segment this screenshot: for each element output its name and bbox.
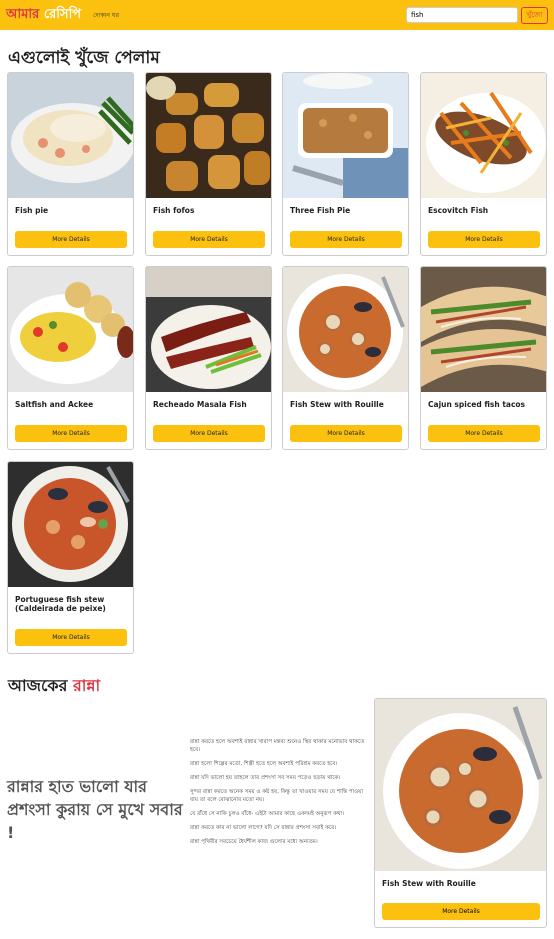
recipe-card: Fish pie More Details [7, 72, 134, 256]
recipe-image [283, 73, 408, 198]
today-title-part-2: রান্না [72, 676, 101, 695]
more-details-button[interactable]: More Details [15, 231, 127, 248]
search-button[interactable]: খুঁজো [521, 6, 548, 24]
recipe-card: Fish Stew with Rouille More Details [282, 266, 409, 450]
hero-paragraph: রান্না করতে কার না ভালো লাগে? যদি সে রান… [190, 825, 337, 831]
recipe-image [8, 462, 133, 587]
recipe-card: Escovitch Fish More Details [420, 72, 547, 256]
recipe-title: Recheado Masala Fish [153, 400, 247, 409]
hero-paragraph: রান্না হলো শিল্পের মতো, শিল্পী হতে হলে অ… [190, 761, 338, 767]
nav-link-shop[interactable]: দোকান ঘর [93, 10, 119, 21]
recipe-title: Portuguese fish stew (Caldeirada de peix… [15, 595, 106, 613]
hero-quote: রান্নার হাত ভালো যার প্রশংসা কুরায় সে ম… [7, 777, 183, 842]
recipe-title: Cajun spiced fish tacos [428, 400, 526, 409]
hero-paragraph: রান্না যদি ভালো হয় তাহলে তার প্রশংসা সব… [190, 775, 341, 781]
recipe-title: Fish fofos [153, 206, 195, 215]
recipe-card: Saltfish and Ackee More Details [7, 266, 134, 450]
recipe-image [146, 267, 271, 392]
more-details-button[interactable]: More Details [153, 425, 265, 442]
more-details-button[interactable]: More Details [15, 425, 127, 442]
hero-paragraph: যে রাঁধে সে নাকি চুলও বাঁধে- এইটা আমার ক… [190, 811, 345, 817]
today-title: আজকের রান্না [8, 673, 100, 700]
recipe-title: Saltfish and Ackee [15, 400, 94, 409]
recipe-image [283, 267, 408, 392]
hero-paragraph: রান্না করতে হলে অবশ্যই রান্নার খারাপ মন্… [190, 739, 365, 753]
more-details-button[interactable]: More Details [15, 629, 127, 646]
results-title: এগুলোই খুঁজে পেলাম [8, 48, 160, 68]
recipe-image [146, 73, 271, 198]
recipe-card: Cajun spiced fish tacos More Details [420, 266, 547, 450]
recipe-title: Fish pie [15, 206, 49, 215]
brand-logo[interactable]: আমার রেসিপি [6, 5, 81, 26]
more-details-button[interactable]: More Details [290, 231, 402, 248]
more-details-button[interactable]: More Details [428, 231, 540, 248]
recipe-card: Fish fofos More Details [145, 72, 272, 256]
recipe-title: Three Fish Pie [290, 206, 351, 215]
hero-paragraphs: রান্না করতে হলে অবশ্যই রান্নার খারাপ মন্… [190, 738, 370, 852]
featured-more-details-button[interactable]: More Details [382, 903, 540, 920]
more-details-button[interactable]: More Details [153, 231, 265, 248]
hero-paragraph: রান্না পৃথিবীর সবচেয়ে ধৈর্যশীল কাজ গুলো… [190, 839, 318, 845]
recipe-image [421, 73, 546, 198]
recipe-card: Three Fish Pie More Details [282, 72, 409, 256]
recipe-card: Portuguese fish stew (Caldeirada de peix… [7, 461, 134, 654]
recipe-title: Escovitch Fish [428, 206, 489, 215]
more-details-button[interactable]: More Details [290, 425, 402, 442]
recipe-image [8, 267, 133, 392]
brand-part-1: আমার [6, 6, 40, 22]
more-details-button[interactable]: More Details [428, 425, 540, 442]
featured-recipe-title: Fish Stew with Rouille [382, 879, 476, 888]
brand-part-2: রেসিপি [43, 6, 82, 22]
recipe-card: Recheado Masala Fish More Details [145, 266, 272, 450]
today-title-part-1: আজকের [8, 676, 68, 695]
search-form: খুঁজো [406, 6, 548, 24]
recipe-title: Fish Stew with Rouille [290, 400, 384, 409]
featured-recipe-card: Fish Stew with Rouille More Details [374, 698, 547, 928]
recipe-image [421, 267, 546, 392]
top-navbar: আমার রেসিপি দোকান ঘর খুঁজো [0, 0, 554, 30]
hero-paragraph: সুন্দর রান্না করতে অনেক সময় ও কষ্ট হয়,… [190, 789, 364, 803]
featured-recipe-image [375, 699, 546, 871]
recipe-image [8, 73, 133, 198]
search-input[interactable] [406, 7, 518, 23]
